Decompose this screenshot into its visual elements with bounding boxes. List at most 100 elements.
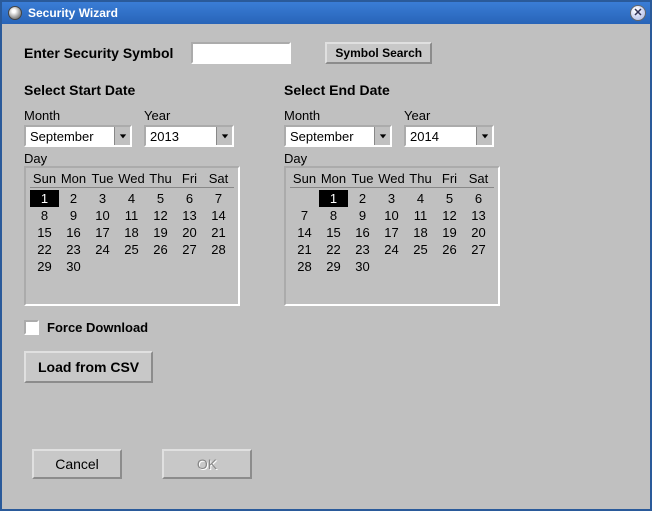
calendar-day-cell[interactable]: 8 [30,207,59,224]
close-button[interactable]: ✕ [630,5,646,21]
start-date-block: Select Start Date Month September Year 2… [24,82,254,306]
calendar-day-cell[interactable]: 28 [204,241,233,258]
calendar-day-cell[interactable]: 27 [464,241,493,258]
calendar-day-cell[interactable]: 2 [348,190,377,207]
calendar-day-cell[interactable]: 19 [146,224,175,241]
calendar-day-header: Thu [146,170,175,187]
end-date-block: Select End Date Month September Year 201… [284,82,514,306]
calendar-day-cell [88,258,117,275]
calendar-day-cell[interactable]: 14 [204,207,233,224]
calendar-day-cell[interactable]: 28 [290,258,319,275]
load-from-csv-button[interactable]: Load from CSV [24,351,153,383]
calendar-day-cell[interactable]: 12 [435,207,464,224]
chevron-down-icon[interactable] [216,127,232,145]
cancel-button[interactable]: Cancel [32,449,122,479]
calendar-day-cell[interactable]: 21 [204,224,233,241]
calendar-day-cell[interactable]: 17 [88,224,117,241]
start-calendar[interactable]: SunMonTueWedThuFriSat1234567891011121314… [24,166,240,306]
calendar-day-cell[interactable]: 8 [319,207,348,224]
force-download-checkbox[interactable] [24,320,39,335]
ok-button[interactable]: OK [162,449,252,479]
calendar-day-cell[interactable]: 1 [319,190,348,207]
calendar-day-cell[interactable]: 23 [348,241,377,258]
calendar-day-cell[interactable]: 29 [30,258,59,275]
calendar-day-cell[interactable]: 30 [59,258,88,275]
calendar-day-cell[interactable]: 15 [30,224,59,241]
calendar-day-cell[interactable]: 16 [348,224,377,241]
calendar-day-cell[interactable]: 22 [319,241,348,258]
calendar-day-cell[interactable]: 23 [59,241,88,258]
calendar-day-cell[interactable]: 10 [377,207,406,224]
calendar-day-cell[interactable]: 15 [319,224,348,241]
end-year-combo[interactable]: 2014 [404,125,494,147]
end-day-label: Day [284,151,514,166]
calendar-day-cell[interactable]: 20 [464,224,493,241]
start-month-combo[interactable]: September [24,125,132,147]
calendar-day-cell[interactable]: 26 [146,241,175,258]
calendar-day-cell[interactable]: 11 [117,207,146,224]
calendar-day-cell[interactable]: 2 [59,190,88,207]
dialog-buttons: Cancel OK [32,449,252,479]
start-year-value: 2013 [146,128,216,145]
end-month-combo[interactable]: September [284,125,392,147]
calendar-day-cell[interactable]: 7 [290,207,319,224]
calendar-day-cell[interactable]: 21 [290,241,319,258]
start-month-label: Month [24,108,132,123]
calendar-day-cell[interactable]: 3 [88,190,117,207]
calendar-day-cell[interactable]: 7 [204,190,233,207]
start-month-value: September [26,128,114,145]
end-year-label: Year [404,108,494,123]
calendar-day-cell[interactable]: 18 [117,224,146,241]
calendar-day-cell[interactable]: 5 [435,190,464,207]
calendar-day-cell[interactable]: 4 [406,190,435,207]
force-download-label: Force Download [47,320,148,335]
calendar-day-cell[interactable]: 18 [406,224,435,241]
calendar-day-cell[interactable]: 22 [30,241,59,258]
calendar-day-cell[interactable]: 6 [464,190,493,207]
calendar-day-cell[interactable]: 9 [59,207,88,224]
calendar-day-cell[interactable]: 24 [88,241,117,258]
calendar-day-cell[interactable]: 12 [146,207,175,224]
calendar-day-cell[interactable]: 4 [117,190,146,207]
force-download-row: Force Download [24,320,628,335]
calendar-day-cell[interactable]: 6 [175,190,204,207]
calendar-day-cell[interactable]: 9 [348,207,377,224]
calendar-day-header: Sat [464,170,493,187]
calendar-day-cell[interactable]: 24 [377,241,406,258]
start-date-title: Select Start Date [24,82,254,98]
calendar-day-cell[interactable]: 3 [377,190,406,207]
calendar-day-cell[interactable]: 30 [348,258,377,275]
calendar-day-cell[interactable]: 16 [59,224,88,241]
calendar-day-header: Mon [319,170,348,187]
calendar-week-row: 21222324252627 [290,241,494,258]
symbol-input[interactable] [191,42,291,64]
calendar-day-cell[interactable]: 13 [175,207,204,224]
calendar-day-cell[interactable]: 27 [175,241,204,258]
calendar-week-row: 123456 [290,190,494,207]
end-calendar[interactable]: SunMonTueWedThuFriSat1234567891011121314… [284,166,500,306]
calendar-day-cell[interactable]: 20 [175,224,204,241]
calendar-day-cell[interactable]: 25 [406,241,435,258]
calendar-day-cell[interactable]: 10 [88,207,117,224]
calendar-day-cell[interactable]: 13 [464,207,493,224]
chevron-down-icon[interactable] [374,127,390,145]
calendar-day-header: Tue [348,170,377,187]
start-year-combo[interactable]: 2013 [144,125,234,147]
calendar-day-cell[interactable]: 5 [146,190,175,207]
calendar-day-cell[interactable]: 14 [290,224,319,241]
chevron-down-icon[interactable] [114,127,130,145]
calendar-day-cell[interactable]: 1 [30,190,59,207]
calendar-day-cell [146,258,175,275]
calendar-day-cell[interactable]: 11 [406,207,435,224]
symbol-search-button[interactable]: Symbol Search [325,42,432,64]
calendar-day-cell[interactable]: 19 [435,224,464,241]
calendar-day-cell[interactable]: 17 [377,224,406,241]
chevron-down-icon[interactable] [476,127,492,145]
calendar-day-cell[interactable]: 29 [319,258,348,275]
calendar-day-cell [464,258,493,275]
calendar-day-cell[interactable]: 26 [435,241,464,258]
calendar-week-row: 22232425262728 [30,241,234,258]
calendar-day-header: Sat [204,170,233,187]
calendar-week-row: 2930 [30,258,234,275]
calendar-day-cell[interactable]: 25 [117,241,146,258]
